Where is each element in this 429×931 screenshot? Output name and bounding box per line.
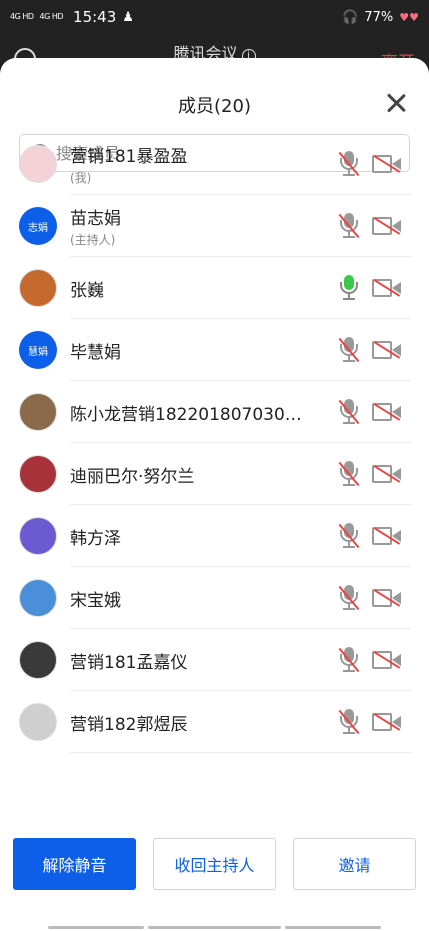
microphone-muted-icon[interactable]: [338, 523, 360, 549]
microphone-muted-icon[interactable]: [338, 151, 360, 177]
microphone-muted-icon[interactable]: [338, 647, 360, 673]
hearts-icon: ♥♥: [399, 10, 419, 24]
microphone-muted-icon[interactable]: [338, 709, 360, 735]
member-name: 毕慧娟: [70, 343, 121, 363]
member-name: 宋宝娥: [70, 591, 121, 611]
member-row[interactable]: 志娟 苗志娟 (主持人): [0, 195, 429, 257]
nav-indicator-1: [48, 926, 144, 929]
member-row[interactable]: 营销181暴盈盈 (我): [0, 133, 429, 195]
member-name: 陈小龙营销182201807030…: [70, 405, 302, 425]
avatar: [19, 703, 57, 741]
camera-off-icon[interactable]: [372, 651, 402, 669]
avatar: 慧娟: [19, 331, 57, 369]
member-name: 迪丽巴尔·努尔兰: [70, 467, 195, 487]
reclaim-host-button[interactable]: 收回主持人: [153, 838, 276, 890]
avatar: [19, 517, 57, 555]
row-divider: [70, 752, 411, 753]
signal-icon-2: 4G HD: [39, 12, 64, 21]
member-row[interactable]: 迪丽巴尔·努尔兰: [0, 443, 429, 505]
clock: 15:43: [73, 8, 117, 26]
member-row[interactable]: 陈小龙营销182201807030…: [0, 381, 429, 443]
member-row[interactable]: 营销182郭煜辰: [0, 691, 429, 753]
camera-off-icon[interactable]: [372, 527, 402, 545]
member-row[interactable]: 慧娟 毕慧娟: [0, 319, 429, 381]
avatar: [19, 269, 57, 307]
unmute-button[interactable]: 解除静音: [13, 838, 136, 890]
microphone-muted-icon[interactable]: [338, 461, 360, 487]
member-row[interactable]: 宋宝娥: [0, 567, 429, 629]
camera-off-icon[interactable]: [372, 465, 402, 483]
microphone-muted-icon[interactable]: [338, 399, 360, 425]
member-name: 苗志娟: [70, 209, 121, 229]
action-bar: 解除静音 收回主持人 邀请: [0, 838, 429, 892]
status-bar: 4G HD 4G HD 15:43 ♟ 🎧 77% ♥♥: [0, 0, 429, 34]
camera-off-icon[interactable]: [372, 403, 402, 421]
microphone-icon[interactable]: [338, 275, 360, 301]
signal-icon-1: 4G HD: [10, 12, 34, 21]
member-name: 营销181暴盈盈: [70, 147, 188, 167]
microphone-muted-icon[interactable]: [338, 585, 360, 611]
avatar: [19, 641, 57, 679]
camera-off-icon[interactable]: [372, 279, 402, 297]
avatar: [19, 455, 57, 493]
nav-indicator-2: [148, 926, 281, 929]
qq-icon: ♟: [122, 9, 134, 25]
camera-off-icon[interactable]: [372, 713, 402, 731]
battery-level: 77%: [364, 9, 394, 25]
member-row[interactable]: 营销181孟嘉仪: [0, 629, 429, 691]
panel-title: 成员(20): [178, 96, 251, 117]
invite-button[interactable]: 邀请: [293, 838, 416, 890]
headphones-icon: 🎧: [342, 9, 359, 25]
nav-indicator-3: [285, 926, 381, 929]
avatar: [19, 393, 57, 431]
avatar: 志娟: [19, 207, 57, 245]
avatar: [19, 145, 57, 183]
member-name: 营销182郭煜辰: [70, 715, 188, 735]
member-list: 营销181暴盈盈 (我) 志娟 苗志娟 (主持人) 张巍慧娟 毕慧娟陈小龙营销1822018…: [0, 133, 429, 753]
member-role: (主持人): [70, 233, 116, 247]
microphone-muted-icon[interactable]: [338, 337, 360, 363]
close-icon[interactable]: [385, 92, 407, 114]
member-name: 韩方泽: [70, 529, 121, 549]
camera-off-icon[interactable]: [372, 217, 402, 235]
camera-off-icon[interactable]: [372, 155, 402, 173]
member-name: 张巍: [70, 281, 104, 301]
avatar: [19, 579, 57, 617]
camera-off-icon[interactable]: [372, 589, 402, 607]
member-name: 营销181孟嘉仪: [70, 653, 188, 673]
member-role: (我): [70, 171, 92, 185]
microphone-muted-icon[interactable]: [338, 213, 360, 239]
member-row[interactable]: 韩方泽: [0, 505, 429, 567]
member-row[interactable]: 张巍: [0, 257, 429, 319]
camera-off-icon[interactable]: [372, 341, 402, 359]
